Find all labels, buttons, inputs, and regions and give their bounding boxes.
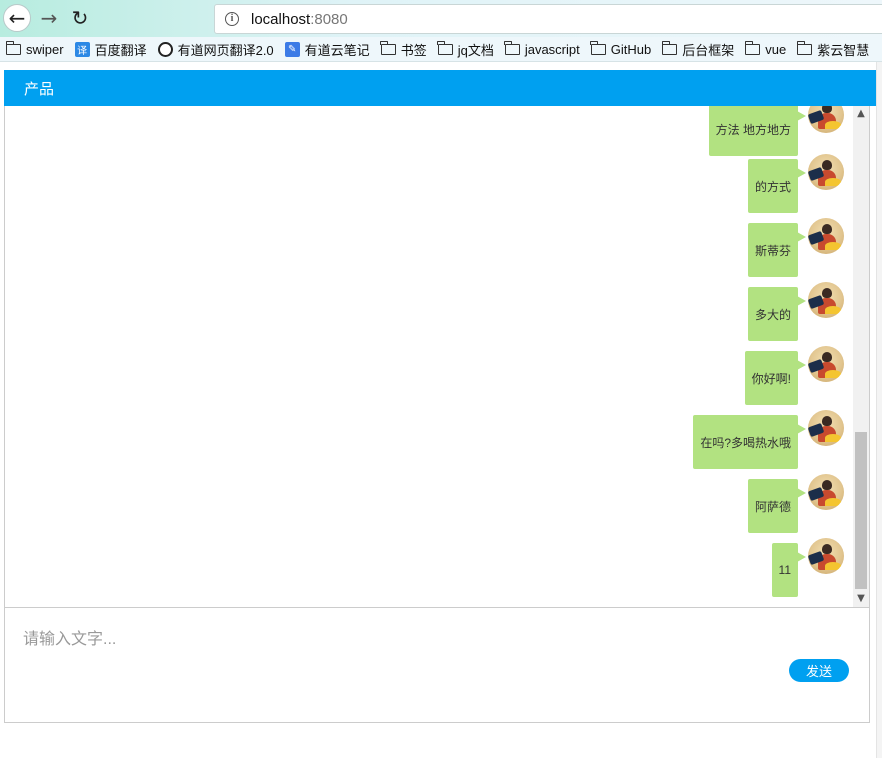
message-row: 的方式 xyxy=(747,154,844,213)
bookmark-label: javascript xyxy=(524,41,580,57)
avatar xyxy=(808,106,844,133)
message-row: 斯蒂芬 xyxy=(747,218,844,277)
bookmarks-bar: swiper 译百度翻译 有道网页翻译2.0 ✎ 有道云笔记 书签 jq文档 ja… xyxy=(0,37,882,62)
message-bubble: 在吗?多喝热水哦 xyxy=(693,415,806,469)
message-scrollbar[interactable]: ▲ ▼ xyxy=(853,106,869,607)
bookmark-ziyun[interactable]: 紫云智慧 xyxy=(796,40,870,59)
message-row: 阿萨德 xyxy=(747,474,844,533)
bookmark-vue[interactable]: vue xyxy=(744,40,787,57)
bookmark-javascript[interactable]: javascript xyxy=(504,40,580,57)
note-icon: ✎ xyxy=(284,41,300,57)
avatar xyxy=(808,154,844,190)
window-edge xyxy=(876,62,882,758)
message-bubble: 斯蒂芬 xyxy=(747,223,807,277)
globe-icon xyxy=(157,41,173,57)
avatar xyxy=(808,218,844,254)
bookmark-label: GitHub xyxy=(610,41,652,57)
bookmark-youdao-web[interactable]: 有道网页翻译2.0 xyxy=(157,40,274,59)
message-row: 在吗?多喝热水哦 xyxy=(693,410,844,469)
avatar xyxy=(808,346,844,382)
message-bubble: 方法 地方地方 xyxy=(708,106,807,156)
bookmark-github[interactable]: GitHub xyxy=(590,40,652,57)
bookmark-youdao-note[interactable]: ✎ 有道云笔记 xyxy=(284,40,370,59)
page-title: 产品 xyxy=(24,80,55,98)
message-row: 11 xyxy=(771,538,844,597)
composer: 发送 xyxy=(5,607,869,722)
avatar xyxy=(808,410,844,446)
bookmark-label: 后台框架 xyxy=(682,42,735,58)
avatar xyxy=(808,474,844,510)
address-bar[interactable]: i localhost:8080 xyxy=(214,4,882,34)
folder-icon xyxy=(744,40,761,55)
bookmark-label: jq文档 xyxy=(457,42,494,58)
send-button[interactable]: 发送 xyxy=(789,659,849,682)
folder-icon xyxy=(437,40,453,55)
message-bubble: 的方式 xyxy=(747,159,807,213)
folder-icon xyxy=(5,40,21,55)
message-row: 方法 地方地方 xyxy=(708,106,844,156)
app-header: 产品 xyxy=(4,70,880,106)
message-row: 多大的 xyxy=(747,282,844,341)
avatar xyxy=(808,538,844,574)
bookmark-label: vue xyxy=(765,41,787,57)
message-input[interactable] xyxy=(23,628,723,652)
avatar xyxy=(808,282,844,318)
browser-toolbar: ← → ↻ i localhost:8080 xyxy=(0,0,882,37)
message-bubble: 阿萨德 xyxy=(747,479,807,533)
bookmark-label: 有道云笔记 xyxy=(304,42,370,58)
scroll-up-icon[interactable]: ▲ xyxy=(853,106,869,122)
translate-icon: 译 xyxy=(74,41,90,57)
url-host: localhost xyxy=(251,10,311,28)
bookmark-label: 有道网页翻译2.0 xyxy=(177,42,274,58)
folder-icon xyxy=(504,40,520,55)
bookmark-label: swiper xyxy=(26,41,64,57)
folder-icon xyxy=(380,40,396,55)
folder-icon xyxy=(590,40,606,55)
scroll-down-icon[interactable]: ▼ xyxy=(853,591,869,607)
message-list[interactable]: 方法 地方地方 的方式 斯蒂芬 多大的 你好啊! 在吗?多喝热水哦 阿萨德 11 xyxy=(4,106,854,607)
bookmark-swiper[interactable]: swiper xyxy=(5,40,64,57)
reload-icon[interactable]: ↻ xyxy=(66,4,94,32)
bookmark-label: 书签 xyxy=(400,42,427,58)
folder-icon xyxy=(661,40,678,55)
url-port: :8080 xyxy=(310,10,348,28)
info-icon[interactable]: i xyxy=(225,12,239,26)
bookmark-folder-bookmarks[interactable]: 书签 xyxy=(380,40,427,59)
bookmark-admin-framework[interactable]: 后台框架 xyxy=(661,40,735,59)
message-bubble: 你好啊! xyxy=(744,351,807,405)
bookmark-label: 百度翻译 xyxy=(94,42,147,58)
folder-icon xyxy=(796,40,813,55)
bookmark-baidu-translate[interactable]: 译百度翻译 xyxy=(74,40,147,59)
message-bubble: 多大的 xyxy=(747,287,807,341)
forward-icon[interactable]: → xyxy=(35,4,63,32)
scroll-thumb[interactable] xyxy=(855,432,867,589)
bookmark-label: 紫云智慧 xyxy=(817,42,870,58)
message-bubble: 11 xyxy=(771,543,807,597)
message-row: 你好啊! xyxy=(744,346,844,405)
back-icon[interactable]: ← xyxy=(3,4,31,32)
bookmark-jq-docs[interactable]: jq文档 xyxy=(437,40,494,59)
